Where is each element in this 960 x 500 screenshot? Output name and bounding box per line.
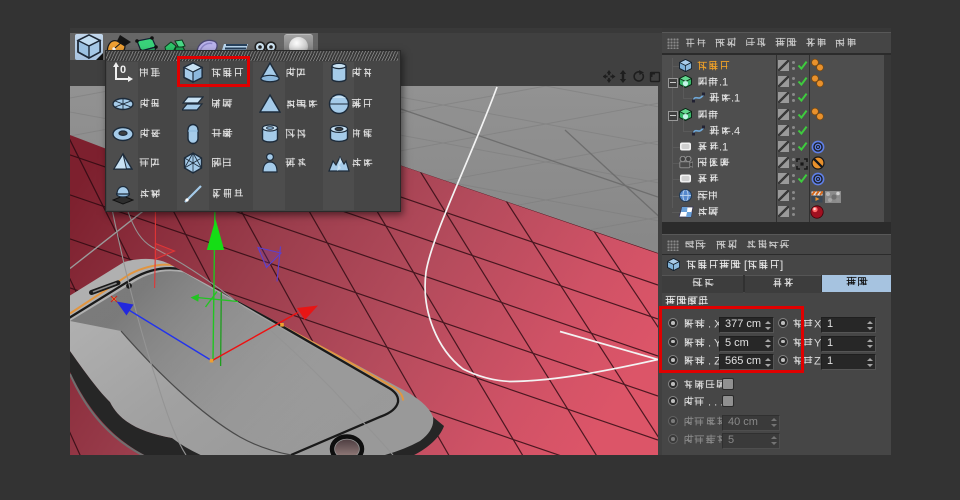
svg-text:0: 0 — [120, 64, 126, 76]
